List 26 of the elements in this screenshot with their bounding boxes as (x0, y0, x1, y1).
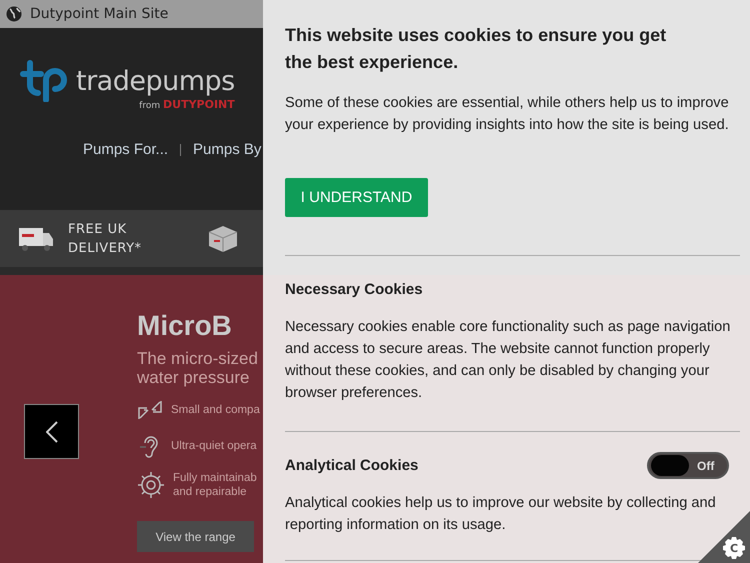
hero-subtitle: The micro-sized water pressure (137, 349, 259, 387)
hero-title: MicroB (137, 309, 233, 343)
hero-feature-text: Small and compa (171, 403, 260, 417)
section-title: Analytical Cookies (285, 457, 418, 474)
previous-slide-button[interactable] (24, 404, 79, 459)
hero-feature-text: Ultra-quiet opera (171, 439, 257, 453)
nav-link[interactable]: Pumps For... (83, 141, 168, 158)
section-title: Necessary Cookies (285, 281, 423, 298)
feature-text: FREE UK DELIVERY* (68, 220, 143, 258)
view-range-button[interactable]: View the range (137, 521, 254, 552)
cookie-settings-button[interactable]: C (698, 511, 750, 563)
cookie-title: This website uses cookies to ensure you get the best experience. (285, 24, 668, 74)
globe-icon (6, 6, 22, 22)
section-description: Necessary cookies enable core functionality such as page navigation and access to secure areas. The website cannot function properly without these cookies, and can only be disabled by changing your browser preferences. (285, 318, 732, 404)
cookie-intro: Some of these cookies are essential, while others help us to improve your experience by providing insights into how the site is being used. (285, 94, 730, 136)
accept-button[interactable]: I UNDERSTAND (285, 178, 428, 217)
toggle-switch[interactable]: Off (647, 452, 729, 480)
logo-tagline: from DUTYPOINT (139, 98, 235, 111)
box-icon (208, 224, 238, 252)
truck-icon (18, 226, 54, 252)
nav-link[interactable]: Pumps By (193, 141, 262, 158)
chevron-left-icon (46, 420, 58, 442)
hero-feature-text: Fully maintainab and repairable (173, 471, 258, 499)
resize-arrows-icon (137, 399, 163, 421)
site-link[interactable]: Dutypoint Main Site (30, 6, 168, 22)
logo-wordmark: tradepumps (76, 66, 235, 96)
